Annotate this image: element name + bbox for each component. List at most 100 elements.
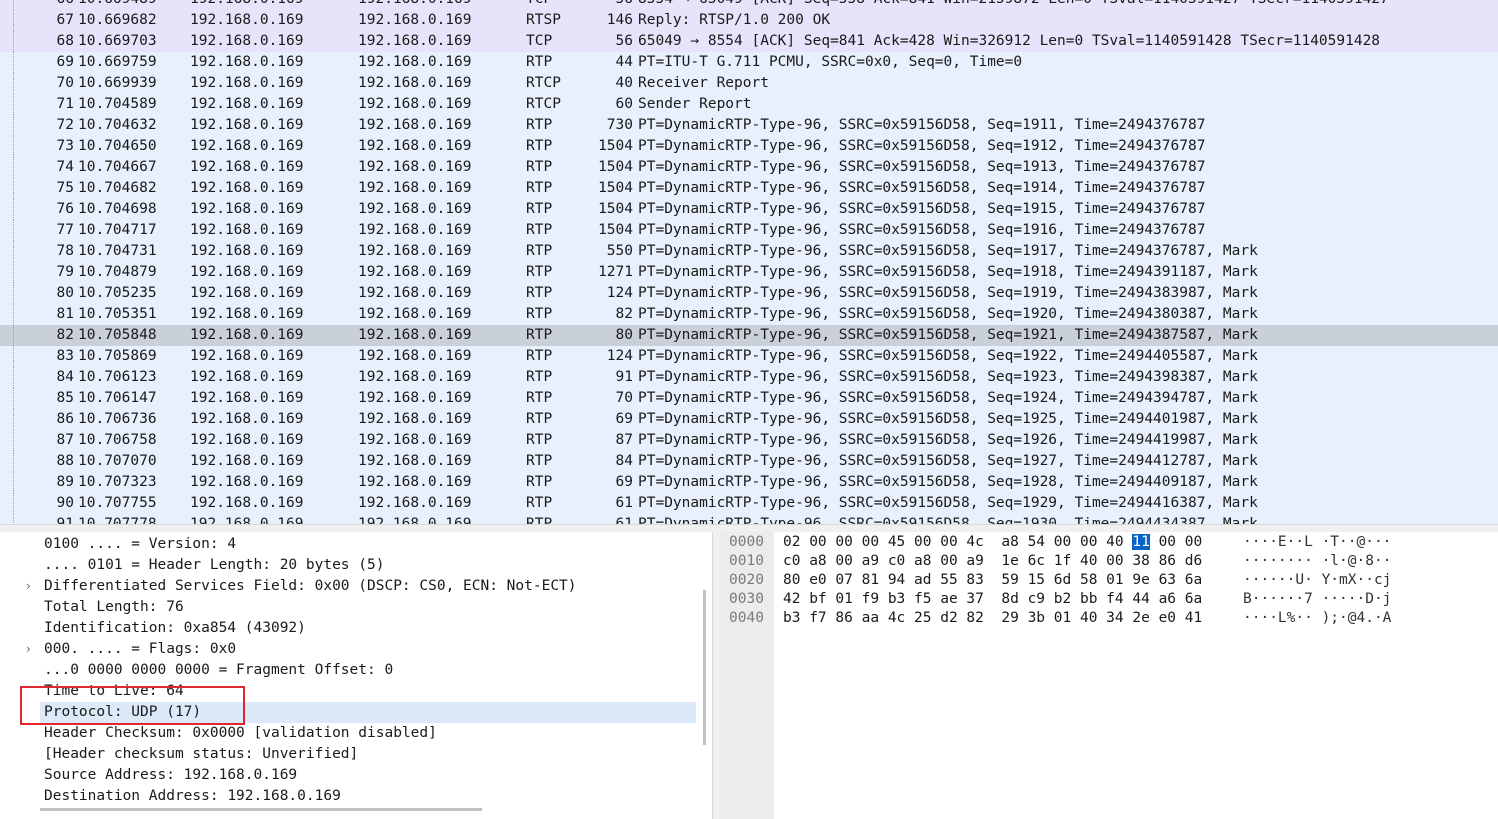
hex-byte[interactable]: 59 bbox=[1001, 572, 1018, 588]
packet-row[interactable]: 69 10.669759 192.168.0.169 192.168.0.169 RTP… bbox=[0, 52, 1498, 73]
hex-byte[interactable]: 00 bbox=[835, 553, 852, 569]
detail-field[interactable]: Protocol: UDP (17) bbox=[40, 702, 696, 723]
hex-byte[interactable]: 44 bbox=[1132, 591, 1149, 607]
hex-byte[interactable]: a9 bbox=[966, 553, 983, 569]
packet-row[interactable]: 78 10.704731 192.168.0.169 192.168.0.169 RTP… bbox=[0, 241, 1498, 262]
hex-bytes[interactable]: c0 a8 00 a9 c0 a8 00 a9 1e 6c 1f 40 00 3… bbox=[783, 552, 1202, 571]
packet-row[interactable]: 85 10.706147 192.168.0.169 192.168.0.169 RTP… bbox=[0, 388, 1498, 409]
hex-byte[interactable]: 6d bbox=[1054, 572, 1071, 588]
hex-byte[interactable]: c0 bbox=[783, 553, 800, 569]
ascii-bytes[interactable]: ······U· Y·mX··cj bbox=[1243, 571, 1391, 590]
packet-details-pane[interactable]: 0100 .... = Version: 4 .... 0101 = Header… bbox=[0, 532, 712, 819]
packet-row[interactable]: 74 10.704667 192.168.0.169 192.168.0.169 RTP… bbox=[0, 157, 1498, 178]
packet-row[interactable]: 66 10.669489 192.168.0.169 192.168.0.169 TCP… bbox=[0, 0, 1498, 10]
hex-byte[interactable]: 37 bbox=[966, 591, 983, 607]
expand-arrow-icon[interactable]: › bbox=[26, 639, 31, 660]
hex-byte[interactable]: a8 bbox=[809, 553, 826, 569]
hex-byte[interactable]: 1f bbox=[1054, 553, 1071, 569]
hex-bytes[interactable]: b3 f7 86 aa 4c 25 d2 82 29 3b 01 40 34 2… bbox=[783, 609, 1202, 628]
packet-row[interactable]: 67 10.669682 192.168.0.169 192.168.0.169 RTS… bbox=[0, 10, 1498, 31]
packet-row[interactable]: 73 10.704650 192.168.0.169 192.168.0.169 RTP… bbox=[0, 136, 1498, 157]
packet-row[interactable]: 79 10.704879 192.168.0.169 192.168.0.169 RTP… bbox=[0, 262, 1498, 283]
hex-byte[interactable]: 45 bbox=[888, 534, 905, 550]
packet-row[interactable]: 80 10.705235 192.168.0.169 192.168.0.169 RTP… bbox=[0, 283, 1498, 304]
detail-field[interactable]: .... 0101 = Header Length: 20 bytes (5) bbox=[0, 555, 700, 576]
hex-byte[interactable]: 00 bbox=[940, 534, 957, 550]
hex-byte[interactable]: 3b bbox=[1028, 610, 1045, 626]
hex-byte[interactable]: 80 bbox=[783, 572, 800, 588]
detail-field[interactable]: › Differentiated Services Field: 0x00 (DS… bbox=[0, 576, 700, 597]
expand-arrow-icon[interactable]: › bbox=[26, 576, 31, 597]
packet-row[interactable]: 77 10.704717 192.168.0.169 192.168.0.169 RTP… bbox=[0, 220, 1498, 241]
hex-byte[interactable]: d6 bbox=[1185, 553, 1202, 569]
hex-byte[interactable]: 6a bbox=[1185, 591, 1202, 607]
hex-byte[interactable]: a8 bbox=[1001, 534, 1018, 550]
ascii-bytes[interactable]: B······7 ·····D·j bbox=[1243, 590, 1391, 609]
packet-row[interactable]: 75 10.704682 192.168.0.169 192.168.0.169 RTP… bbox=[0, 178, 1498, 199]
hex-byte[interactable]: 6a bbox=[1185, 572, 1202, 588]
packet-row[interactable]: 72 10.704632 192.168.0.169 192.168.0.169 RTP… bbox=[0, 115, 1498, 136]
detail-field[interactable]: 0100 .... = Version: 4 bbox=[0, 534, 700, 555]
hex-byte[interactable]: e0 bbox=[809, 572, 826, 588]
hex-byte[interactable]: 01 bbox=[1106, 572, 1123, 588]
hex-byte[interactable]: 38 bbox=[1132, 553, 1149, 569]
packet-row[interactable]: 68 10.669703 192.168.0.169 192.168.0.169 TCP… bbox=[0, 31, 1498, 52]
hex-byte[interactable]: f7 bbox=[809, 610, 826, 626]
hex-byte[interactable]: b3 bbox=[783, 610, 800, 626]
hex-byte[interactable]: bb bbox=[1080, 591, 1097, 607]
hex-byte[interactable]: 82 bbox=[966, 610, 983, 626]
hex-bytes[interactable]: 80 e0 07 81 94 ad 55 83 59 15 6d 58 01 9… bbox=[783, 571, 1202, 590]
hex-byte[interactable]: 25 bbox=[914, 610, 931, 626]
hex-byte[interactable]: 55 bbox=[940, 572, 957, 588]
hex-byte[interactable]: 00 bbox=[1054, 534, 1071, 550]
hex-byte[interactable]: 40 bbox=[1080, 610, 1097, 626]
hex-byte[interactable]: f9 bbox=[862, 591, 879, 607]
hex-bytes[interactable]: 42 bf 01 f9 b3 f5 ae 37 8d c9 b2 bb f4 4… bbox=[783, 590, 1202, 609]
hex-bytes[interactable]: 02 00 00 00 45 00 00 4c a8 54 00 00 40 1… bbox=[783, 533, 1202, 552]
hex-byte[interactable]: 9e bbox=[1132, 572, 1149, 588]
packet-bytes-pane[interactable]: 00 00 02 00 00 00 45 00 00 4c a8 54 00 00 … bbox=[720, 532, 1498, 819]
detail-field[interactable]: ...0 0000 0000 0000 = Fragment Offset: 0 bbox=[0, 660, 700, 681]
detail-field[interactable]: Destination Address: 192.168.0.169 bbox=[0, 786, 700, 807]
hex-byte[interactable]: 86 bbox=[1159, 553, 1176, 569]
packet-row[interactable]: 70 10.669939 192.168.0.169 192.168.0.169 RTC… bbox=[0, 73, 1498, 94]
hex-byte[interactable]: bf bbox=[809, 591, 826, 607]
packet-row[interactable]: 84 10.706123 192.168.0.169 192.168.0.169 RTP… bbox=[0, 367, 1498, 388]
hex-byte[interactable]: 42 bbox=[783, 591, 800, 607]
detail-field[interactable]: Source Address: 192.168.0.169 bbox=[0, 765, 700, 786]
detail-field[interactable]: Identification: 0xa854 (43092) bbox=[0, 618, 700, 639]
hex-byte[interactable]: 15 bbox=[1028, 572, 1045, 588]
hex-byte[interactable]: c0 bbox=[888, 553, 905, 569]
hex-byte[interactable]: a6 bbox=[1159, 591, 1176, 607]
packet-row[interactable]: 82 10.705848 192.168.0.169 192.168.0.169 RTP… bbox=[0, 325, 1498, 346]
hex-byte[interactable]: 00 bbox=[1185, 534, 1202, 550]
hex-byte[interactable]: 01 bbox=[1054, 610, 1071, 626]
hex-byte[interactable]: ad bbox=[914, 572, 931, 588]
hex-byte[interactable]: 34 bbox=[1106, 610, 1123, 626]
hex-byte[interactable]: 8d bbox=[1001, 591, 1018, 607]
ascii-bytes[interactable]: ········ ·l·@·8·· bbox=[1243, 552, 1391, 571]
hex-byte[interactable]: 00 bbox=[914, 534, 931, 550]
hex-byte[interactable]: 00 bbox=[809, 534, 826, 550]
hex-byte[interactable]: 40 bbox=[1106, 534, 1123, 550]
hex-byte[interactable]: 63 bbox=[1159, 572, 1176, 588]
packet-row[interactable]: 76 10.704698 192.168.0.169 192.168.0.169 RTP… bbox=[0, 199, 1498, 220]
hex-byte[interactable]: 86 bbox=[835, 610, 852, 626]
hex-byte[interactable]: 02 bbox=[783, 534, 800, 550]
hex-byte[interactable]: a9 bbox=[862, 553, 879, 569]
hex-byte[interactable]: a8 bbox=[914, 553, 931, 569]
packet-row[interactable]: 87 10.706758 192.168.0.169 192.168.0.169 RTP… bbox=[0, 430, 1498, 451]
details-horizontal-scrollbar[interactable] bbox=[40, 808, 482, 811]
hex-byte[interactable]: 40 bbox=[1080, 553, 1097, 569]
detail-field[interactable]: [Header checksum status: Unverified] bbox=[0, 744, 700, 765]
hex-byte[interactable]: 29 bbox=[1001, 610, 1018, 626]
hex-byte[interactable]: 94 bbox=[888, 572, 905, 588]
hex-byte[interactable]: e0 bbox=[1159, 610, 1176, 626]
ascii-bytes[interactable]: ····L%·· );·@4.·A bbox=[1243, 609, 1391, 628]
hex-byte[interactable]: 4c bbox=[888, 610, 905, 626]
packet-list[interactable]: 66 10.669489 192.168.0.169 192.168.0.169 TCP… bbox=[0, 0, 1498, 524]
packet-row[interactable]: 90 10.707755 192.168.0.169 192.168.0.169 RTP… bbox=[0, 493, 1498, 514]
hex-byte[interactable]: 54 bbox=[1028, 534, 1045, 550]
hex-byte[interactable]: 41 bbox=[1185, 610, 1202, 626]
hex-byte[interactable]: aa bbox=[862, 610, 879, 626]
